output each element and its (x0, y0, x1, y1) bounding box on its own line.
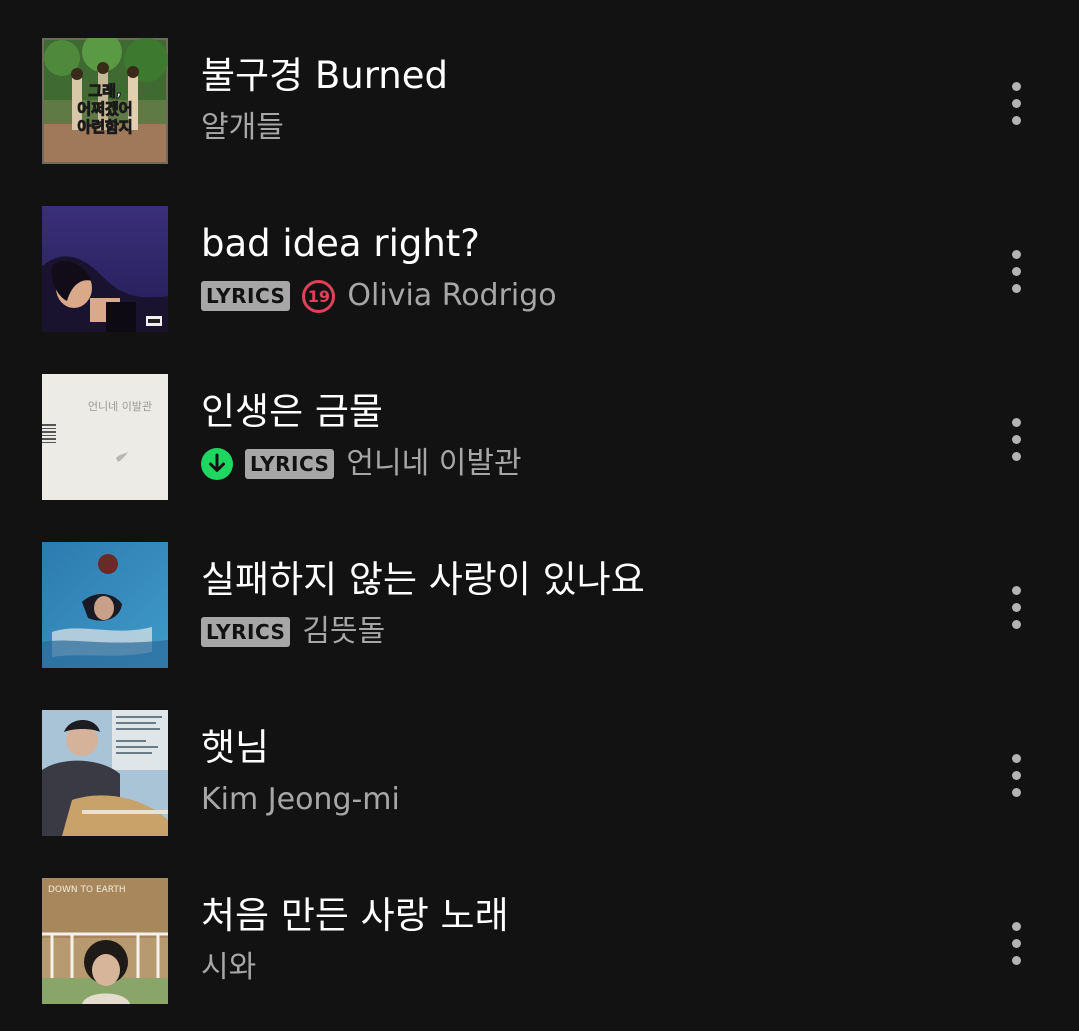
track-title: bad idea right? (201, 222, 480, 265)
track-subtitle: 시와 (201, 948, 961, 988)
track-artist: Olivia Rodrigo (347, 278, 557, 313)
track-artist: 시와 (201, 950, 257, 985)
track-meta: bad idea right? LYRICS 19 Olivia Rodrigo (201, 220, 961, 316)
track-meta: 처음 만든 사랑 노래 시와 (201, 892, 961, 988)
track-title: 인생은 금물 (201, 390, 383, 433)
svg-text:어쩌겠어: 어쩌겠어 (77, 100, 132, 118)
track-title: 불구경 Burned (201, 54, 448, 97)
track-subtitle: LYRICS 19 Olivia Rodrigo (201, 276, 961, 316)
track-title: 처음 만든 사랑 노래 (201, 894, 509, 937)
dot-icon (1012, 267, 1021, 276)
track-list: 그래, 어쩌겠어 아련함지 불구경 Burned 얄개들 bad idea ri… (0, 0, 1079, 1031)
dot-icon (1012, 754, 1021, 763)
track-row[interactable]: DOWN TO EARTH 처음 만든 사랑 노래 시와 (0, 840, 1079, 1008)
dot-icon (1012, 435, 1021, 444)
svg-text:언니네 이발관: 언니네 이발관 (88, 400, 152, 413)
album-cover-underwater (42, 542, 168, 668)
track-meta: 햇님 Kim Jeong-mi (201, 724, 961, 820)
lyrics-badge: LYRICS (201, 617, 291, 647)
lyrics-badge: LYRICS (245, 449, 335, 479)
dot-icon (1012, 922, 1021, 931)
track-subtitle: LYRICS 언니네 이발관 (201, 444, 961, 484)
track-row[interactable]: 햇님 Kim Jeong-mi (0, 672, 1079, 840)
dot-icon (1012, 284, 1021, 293)
track-artist: 얄개들 (201, 110, 284, 145)
album-cover-now (42, 710, 168, 836)
dot-icon (1012, 82, 1021, 91)
album-cover-unnine: 언니네 이발관 (42, 374, 168, 500)
album-cover-guts (42, 206, 168, 332)
track-title: 햇님 (201, 726, 270, 769)
more-options-button[interactable] (996, 750, 1038, 802)
track-row[interactable]: 언니네 이발관 인생은 금물 LYRICS 언니네 이발관 (0, 336, 1079, 504)
dot-icon (1012, 250, 1021, 259)
lyrics-badge: LYRICS (201, 281, 291, 311)
dot-icon (1012, 956, 1021, 965)
track-subtitle: LYRICS 김뜻돌 (201, 612, 961, 652)
dot-icon (1012, 418, 1021, 427)
track-title: 실패하지 않는 사랑이 있나요 (201, 558, 645, 601)
dot-icon (1012, 452, 1021, 461)
svg-text:DOWN TO EARTH: DOWN TO EARTH (48, 885, 126, 895)
svg-text:그래,: 그래, (88, 82, 121, 100)
track-row[interactable]: bad idea right? LYRICS 19 Olivia Rodrigo (0, 168, 1079, 336)
explicit-age-badge: 19 (302, 279, 336, 313)
dot-icon (1012, 771, 1021, 780)
track-meta: 인생은 금물 LYRICS 언니네 이발관 (201, 388, 961, 484)
more-options-button[interactable] (996, 78, 1038, 130)
downloaded-icon (201, 448, 233, 480)
album-cover-yalgaedeul: 그래, 어쩌겠어 아련함지 (42, 38, 168, 164)
dot-icon (1012, 586, 1021, 595)
dot-icon (1012, 116, 1021, 125)
track-artist: Kim Jeong-mi (201, 782, 400, 817)
track-meta: 실패하지 않는 사랑이 있나요 LYRICS 김뜻돌 (201, 556, 961, 652)
dot-icon (1012, 99, 1021, 108)
dot-icon (1012, 788, 1021, 797)
svg-text:아련함지: 아련함지 (77, 118, 132, 136)
dot-icon (1012, 603, 1021, 612)
dot-icon (1012, 620, 1021, 629)
more-options-button[interactable] (996, 414, 1038, 466)
track-row[interactable]: 그래, 어쩌겠어 아련함지 불구경 Burned 얄개들 (0, 0, 1079, 168)
track-row[interactable]: 실패하지 않는 사랑이 있나요 LYRICS 김뜻돌 (0, 504, 1079, 672)
track-artist: 김뜻돌 (302, 614, 386, 649)
more-options-button[interactable] (996, 246, 1038, 298)
dot-icon (1012, 939, 1021, 948)
track-artist: 언니네 이발관 (346, 446, 522, 481)
more-options-button[interactable] (996, 918, 1038, 970)
more-options-button[interactable] (996, 582, 1038, 634)
track-subtitle: 얄개들 (201, 108, 961, 148)
track-meta: 불구경 Burned 얄개들 (201, 52, 961, 148)
album-cover-down-to-earth: DOWN TO EARTH (42, 878, 168, 1004)
track-subtitle: Kim Jeong-mi (201, 780, 961, 820)
